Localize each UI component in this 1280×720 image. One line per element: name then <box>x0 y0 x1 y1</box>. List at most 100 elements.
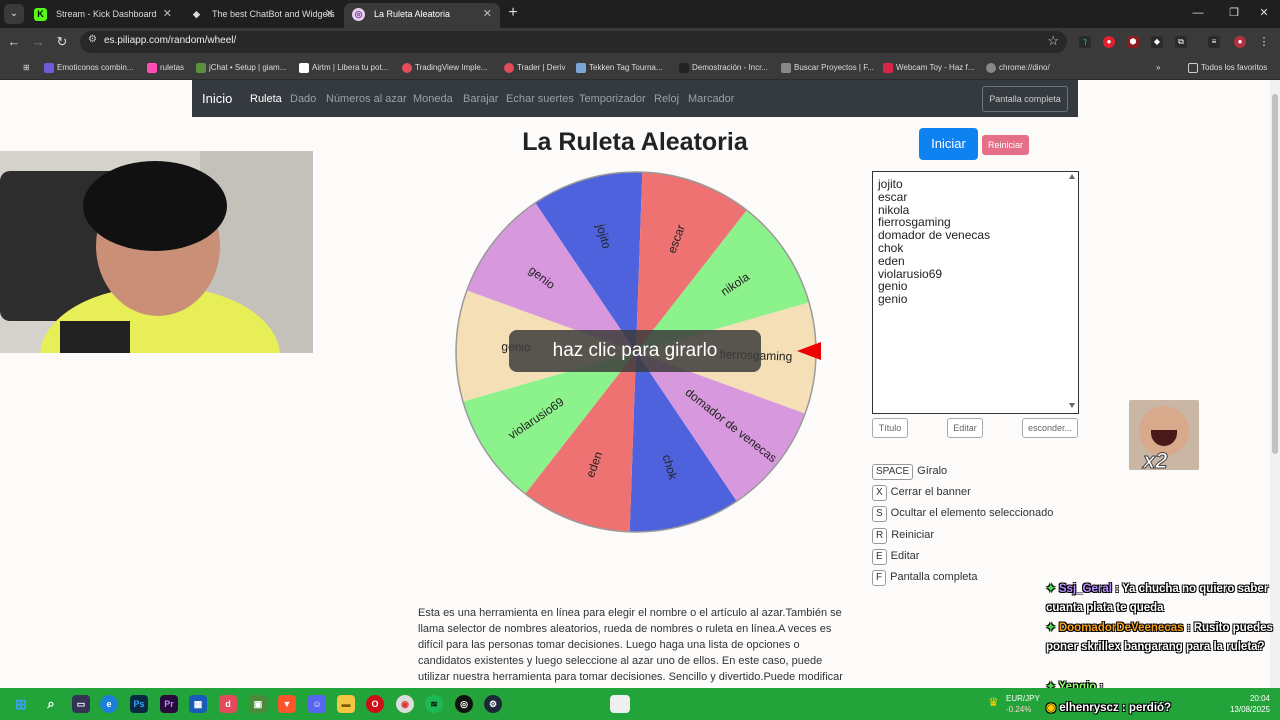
nav-dado[interactable]: Dado <box>290 93 316 105</box>
title-button[interactable]: Título <box>872 418 908 438</box>
bookmark-favicon <box>576 63 586 73</box>
shortcut-key: SPACE <box>872 464 914 480</box>
bookmark-label: ruletas <box>160 63 185 72</box>
bookmark-item[interactable]: Buscar Proyectos | F... <box>781 60 874 76</box>
bookmark-favicon <box>299 63 309 73</box>
profile-avatar[interactable]: ● <box>1234 36 1246 48</box>
extension-record-icon[interactable]: ● <box>1103 36 1115 48</box>
stream-emote: x2 <box>1129 400 1199 470</box>
task-view-icon[interactable]: ▭ <box>72 695 90 713</box>
shortcut-label: Reiniciar <box>891 529 935 541</box>
menu-dots-icon[interactable]: ⋮ <box>1258 36 1270 48</box>
bookmark-item[interactable]: Trader | Deriv <box>504 60 565 76</box>
market-widget[interactable]: EUR/JPY -0.24% <box>1006 693 1040 715</box>
photoshop-icon[interactable]: Ps <box>130 695 148 713</box>
bookmark-favicon <box>679 63 689 73</box>
chrome-icon[interactable]: ◉ <box>396 695 414 713</box>
bookmark-item[interactable]: chrome://dino/ <box>986 60 1050 76</box>
tab-title: Stream - Kick Dashboard <box>56 9 157 19</box>
bookmark-favicon <box>147 63 157 73</box>
reading-list-icon[interactable]: ≡ <box>1208 36 1220 48</box>
discord-icon[interactable]: ☺ <box>308 695 326 713</box>
nav-moneda[interactable]: Moneda <box>413 93 453 105</box>
site-brand-link[interactable]: Inicio <box>202 91 232 106</box>
chat-username: Ssj_Geral <box>1058 583 1112 595</box>
bookmark-item[interactable]: Emoticonos combin... <box>44 60 133 76</box>
edit-button[interactable]: Editar <box>947 418 983 438</box>
nav-marcador[interactable]: Marcador <box>688 93 734 105</box>
minecraft-icon[interactable]: ▣ <box>249 695 267 713</box>
start-button[interactable]: Iniciar <box>919 128 978 160</box>
bookmark-item[interactable]: Tekken Tag Tourna... <box>576 60 663 76</box>
store-icon[interactable]: ▦ <box>189 695 207 713</box>
reset-button[interactable]: Reiniciar <box>982 135 1029 155</box>
windows-start-icon[interactable]: ⊞ <box>12 695 30 713</box>
nav-echar-suertes[interactable]: Echar suertes <box>506 93 574 105</box>
bookmark-label: Buscar Proyectos | F... <box>794 63 874 72</box>
fullscreen-button[interactable]: Pantalla completa <box>982 86 1068 112</box>
extension-diamond-icon[interactable]: ◆ <box>1151 36 1163 48</box>
nav-numeros[interactable]: Números al azar <box>326 93 407 105</box>
extension-icon[interactable]: ⬢ <box>1127 36 1139 48</box>
bookmark-item[interactable]: TradingView Imple... <box>402 60 487 76</box>
close-tab-icon[interactable]: ✕ <box>325 3 334 25</box>
minimize-icon[interactable]: — <box>1180 3 1216 23</box>
apps-grid-icon[interactable]: ⊞ <box>10 60 30 76</box>
edge-icon[interactable]: e <box>100 695 118 713</box>
extension-icon[interactable]: ⁊ <box>1079 36 1091 48</box>
bookmark-favicon <box>883 63 893 73</box>
names-textarea[interactable]: jojito escar nikola fierrosgaming domado… <box>872 171 1079 414</box>
close-tab-icon[interactable]: ✕ <box>163 3 172 25</box>
scrollbar-thumb[interactable] <box>1272 94 1278 454</box>
bookmark-item[interactable]: Demostración - Incr... <box>679 60 768 76</box>
bookmark-favicon <box>196 63 206 73</box>
market-widget-icon[interactable]: ♛ <box>988 695 1002 709</box>
names-text: jojito escar nikola fierrosgaming domado… <box>878 177 991 307</box>
tab-search-chevron-icon[interactable]: ⌄ <box>4 4 24 24</box>
botrix-icon: ◆ <box>193 9 200 19</box>
textarea-scrollbar[interactable] <box>1067 173 1077 412</box>
all-bookmarks[interactable]: Todos los favoritos <box>1188 60 1267 76</box>
nav-reloj[interactable]: Reloj <box>654 93 679 105</box>
search-icon[interactable]: ⌕ <box>42 695 60 713</box>
spin-overlay-button[interactable]: haz clic para girarlo <box>509 330 761 372</box>
opera-icon[interactable]: O <box>366 695 384 713</box>
close-window-icon[interactable]: ✕ <box>1246 3 1280 23</box>
browser-toolbar: ← → ↻ ⚙ es.piliapp.com/random/wheel/ ☆ ⁊… <box>0 28 1280 56</box>
bookmark-item[interactable]: jChat • Setup | giam... <box>196 60 286 76</box>
hide-button[interactable]: esconder... <box>1022 418 1078 438</box>
spotify-icon[interactable]: ≋ <box>425 695 443 713</box>
deriv-icon[interactable]: d <box>219 695 237 713</box>
shortcut-label: Editar <box>890 550 920 562</box>
nav-temporizador[interactable]: Temporizador <box>579 93 646 105</box>
nav-barajar[interactable]: Barajar <box>463 93 498 105</box>
bookmark-item[interactable]: Webcam Toy - Haz f... <box>883 60 974 76</box>
tab-ruleta[interactable]: ◎ La Ruleta Aleatoria ✕ <box>344 3 500 28</box>
bookmark-favicon <box>44 63 54 73</box>
new-tab-icon[interactable]: + <box>504 4 522 22</box>
brave-icon[interactable]: ▼ <box>278 695 296 713</box>
description-text: Esta es una herramienta en línea para el… <box>418 607 843 688</box>
address-bar[interactable]: ⚙ es.piliapp.com/random/wheel/ ☆ <box>80 31 1067 53</box>
obs-icon[interactable]: ◎ <box>455 695 473 713</box>
taskbar-app-icon[interactable] <box>610 695 630 713</box>
forward-icon[interactable]: → <box>28 32 48 52</box>
bookmark-star-icon[interactable]: ☆ <box>1047 33 1059 49</box>
premiere-icon[interactable]: Pr <box>160 695 178 713</box>
file-explorer-icon[interactable]: ▬ <box>337 695 355 713</box>
shortcut-key: F <box>872 570 887 586</box>
folder-icon <box>1188 63 1198 73</box>
more-bookmarks-chevron-icon[interactable]: » <box>1156 60 1160 76</box>
tab-kick-dashboard[interactable]: K Stream - Kick Dashboard ✕ <box>26 3 180 28</box>
wheel-pointer-arrow-icon <box>797 342 821 360</box>
site-info-icon[interactable]: ⚙ <box>88 34 97 45</box>
bookmark-item[interactable]: ruletas <box>147 60 184 76</box>
steam-icon[interactable]: ⚙ <box>484 695 502 713</box>
reload-icon[interactable]: ↻ <box>52 32 72 52</box>
bookmark-item[interactable]: Airtm | Libera tu pot... <box>299 60 388 76</box>
close-tab-icon[interactable]: ✕ <box>483 3 492 25</box>
extensions-puzzle-icon[interactable]: ⧉ <box>1175 36 1187 48</box>
back-icon[interactable]: ← <box>4 32 24 52</box>
tab-chatbot[interactable]: ◆ The best ChatBot and Widgets ✕ <box>182 3 342 28</box>
nav-ruleta[interactable]: Ruleta <box>250 93 282 105</box>
